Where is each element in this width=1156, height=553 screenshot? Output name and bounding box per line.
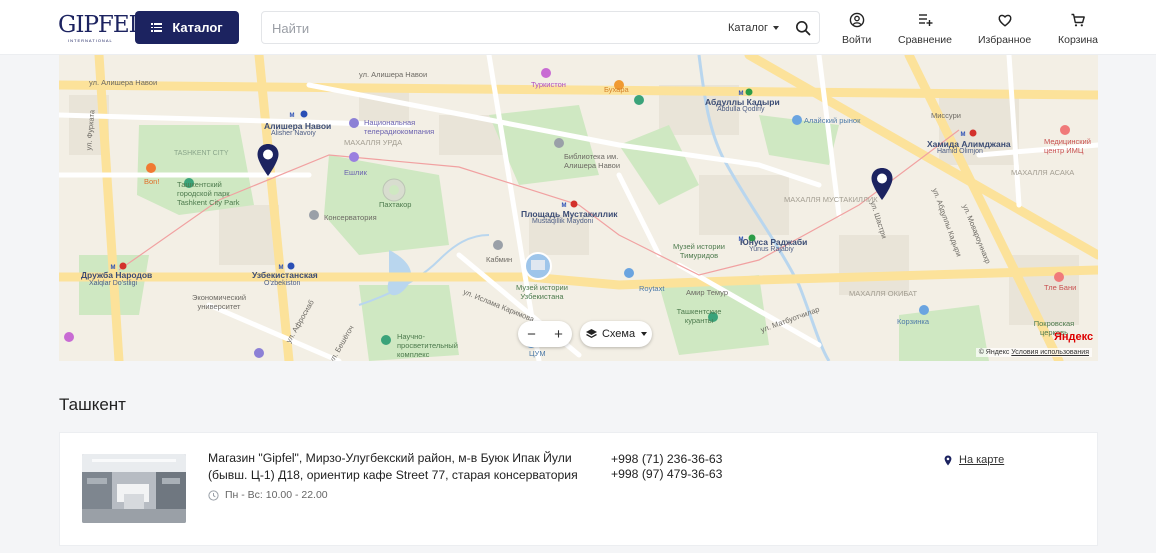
menu-list-icon bbox=[151, 23, 163, 32]
map-label: Bon! bbox=[144, 177, 160, 186]
map-label: Консерватория bbox=[324, 213, 377, 222]
map-label: Ешлик bbox=[344, 168, 367, 177]
map-label: Национальная телерадиокомпания bbox=[364, 118, 435, 136]
map-label: Узбекистанская bbox=[252, 270, 318, 280]
store-address: Магазин "Gipfel", Мирзо-Улугбекский райо… bbox=[208, 451, 578, 482]
favorites-label: Избранное bbox=[978, 34, 1032, 46]
map-label: МАХАЛЛЯ ОКИБАТ bbox=[849, 289, 918, 298]
terms-link[interactable]: Условия использования bbox=[1011, 349, 1089, 356]
map-label: МАХАЛЛЯ УРДА bbox=[344, 138, 403, 147]
caret-down-icon bbox=[641, 332, 648, 336]
store-phone[interactable]: +998 (71) 236-36-63 bbox=[611, 452, 722, 467]
zoom-out-button[interactable]: − bbox=[520, 326, 544, 343]
map-label: Медицинский центр ИМЦ bbox=[1044, 137, 1091, 155]
login-link[interactable]: Войти bbox=[842, 12, 871, 46]
compare-icon bbox=[918, 14, 933, 26]
catalog-button[interactable]: Каталог bbox=[135, 11, 239, 44]
heart-icon bbox=[998, 14, 1012, 27]
map-label: Библиотека им. Алишера Навои bbox=[564, 152, 621, 170]
map-label: Алайский рынок bbox=[804, 116, 861, 125]
store-location-pin-icon[interactable] bbox=[256, 143, 280, 177]
map-label: Научно-просветительный комплекс bbox=[397, 332, 458, 359]
store-photo bbox=[82, 454, 186, 523]
search-bar: Каталог bbox=[261, 11, 820, 44]
favorites-link[interactable]: Избранное bbox=[978, 12, 1031, 46]
map-label: Alisher Navoiy bbox=[271, 130, 316, 137]
map-label: TASHKENT CITY bbox=[174, 150, 229, 157]
map-label: O'zbekiston bbox=[264, 280, 301, 287]
search-icon[interactable] bbox=[795, 20, 811, 36]
map-label: Музей истории Тимуридов bbox=[673, 242, 725, 260]
map-label: ул. Алишера Навои bbox=[359, 70, 428, 79]
map-label: Бухара bbox=[604, 85, 629, 94]
catalog-button-label: Каталог bbox=[172, 20, 223, 35]
logo-subtext: INTERNATIONAL bbox=[68, 38, 113, 43]
map-layer-dropdown[interactable]: Схема bbox=[580, 321, 652, 347]
yandex-logo: Яндекс bbox=[1054, 331, 1094, 343]
cart-icon bbox=[1071, 13, 1085, 27]
map-label: Миссури bbox=[931, 111, 961, 120]
caret-down-icon bbox=[773, 26, 779, 31]
cart-link[interactable]: Корзина bbox=[1058, 12, 1098, 46]
map-label: Mustaqillik Maydoni bbox=[532, 218, 594, 225]
location-pin-icon bbox=[944, 455, 952, 465]
clock-icon bbox=[208, 489, 219, 501]
map-label: МАХАЛЛЯ МУСТАКИЛЛИК bbox=[784, 195, 878, 204]
svg-text:M: M bbox=[961, 132, 966, 138]
store-card: Магазин "Gipfel", Мирзо-Улугбекский райо… bbox=[59, 432, 1098, 546]
compare-link[interactable]: Сравнение bbox=[898, 12, 952, 46]
cart-label: Корзина bbox=[1058, 34, 1098, 46]
search-scope-label: Каталог bbox=[728, 22, 768, 34]
map-label: Экономический университет bbox=[191, 293, 247, 311]
map-label: Ташкентские куранты bbox=[676, 307, 722, 325]
map-label: Музей истории Узбекистана bbox=[516, 283, 568, 301]
show-on-map-link[interactable]: На карте bbox=[944, 454, 1004, 466]
store-phone[interactable]: +998 (97) 479-36-63 bbox=[611, 467, 722, 482]
map-label: Yunus Rajabiy bbox=[749, 246, 794, 253]
login-label: Войти bbox=[842, 34, 872, 46]
map-label: Tashkent City Park bbox=[177, 198, 240, 207]
map-label: ул. Алишера Навои bbox=[89, 78, 158, 87]
map-layer-label: Схема bbox=[601, 328, 636, 340]
store-hours: Пн - Вс: 10.00 - 22.00 bbox=[208, 489, 328, 501]
search-input[interactable] bbox=[272, 18, 712, 38]
compare-label: Сравнение bbox=[898, 34, 952, 46]
store-hours-text: Пн - Вс: 10.00 - 22.00 bbox=[225, 489, 328, 501]
layers-icon bbox=[585, 329, 597, 339]
logo-text: GIPFEL bbox=[58, 12, 144, 38]
site-header: GIPFEL INTERNATIONAL Каталог Каталог Вой… bbox=[0, 0, 1156, 55]
map-zoom-control: − + bbox=[518, 321, 572, 347]
map-label: Кабмин bbox=[486, 255, 513, 264]
map-copyright: © Яндекс Условия использования bbox=[975, 348, 1092, 357]
map-label: Пахтакор bbox=[379, 200, 412, 209]
map-label: МАХАЛЛЯ АСАКА bbox=[1011, 168, 1075, 177]
show-on-map-label: На карте bbox=[959, 454, 1005, 466]
store-map[interactable]: M M M M M M M ул. Алишера Навои ул. Алиш… bbox=[59, 55, 1098, 361]
map-label: Ташкентский городской парк bbox=[177, 180, 230, 198]
search-scope-dropdown[interactable]: Каталог bbox=[728, 22, 779, 34]
copyright-text: © Яндекс bbox=[978, 349, 1010, 356]
map-label: Roytaxt bbox=[639, 284, 665, 293]
gipfel-logo[interactable]: GIPFEL INTERNATIONAL bbox=[58, 12, 144, 43]
map-label: Туркистон bbox=[531, 80, 566, 89]
map-label: Hamid Olimjon bbox=[937, 148, 983, 155]
map-label: Xalqlar Do'stligi bbox=[89, 280, 138, 287]
map-label: Abdulla Qodiriy bbox=[717, 106, 765, 113]
map-label: Тле Бани bbox=[1044, 283, 1077, 292]
map-label: Корзинка bbox=[897, 317, 930, 326]
store-location-pin-icon[interactable] bbox=[870, 167, 894, 201]
map-label: ЦУМ bbox=[529, 349, 546, 358]
store-phones: +998 (71) 236-36-63 +998 (97) 479-36-63 bbox=[611, 452, 722, 482]
svg-text:M: M bbox=[290, 113, 295, 119]
map-label: Амир Темур bbox=[686, 288, 729, 297]
city-heading: Ташкент bbox=[59, 395, 126, 414]
user-icon bbox=[849, 12, 864, 28]
zoom-in-button[interactable]: + bbox=[547, 326, 571, 343]
map-label: Дружба Народов bbox=[81, 270, 153, 280]
